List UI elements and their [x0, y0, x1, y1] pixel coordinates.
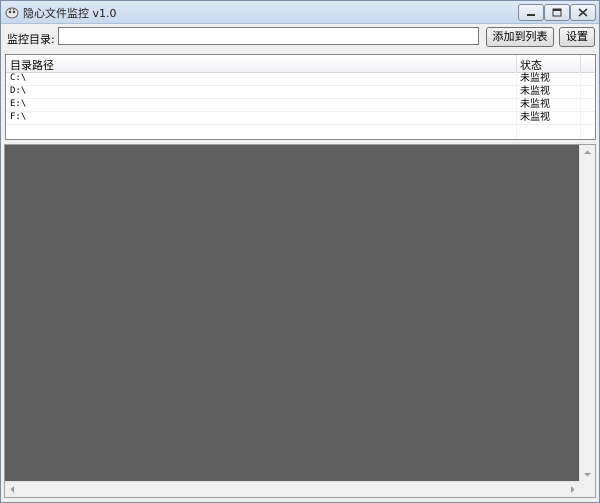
scroll-right-arrow-icon[interactable]: [565, 482, 580, 497]
list-row[interactable]: E:\ 未监视: [6, 98, 595, 112]
scrollbar-corner: [580, 482, 595, 497]
column-header-path[interactable]: 目录路径: [10, 57, 54, 73]
list-row[interactable]: C:\ 未监视: [6, 72, 595, 86]
row-status: 未监视: [520, 73, 550, 84]
list-row[interactable]: D:\ 未监视: [6, 85, 595, 99]
add-to-list-button[interactable]: 添加到列表: [486, 27, 554, 47]
column-header-status[interactable]: 状态: [520, 57, 542, 73]
monitor-dir-input[interactable]: [58, 27, 479, 45]
row-path: F:\: [10, 112, 27, 122]
row-status: 未监视: [520, 86, 550, 97]
column-separator[interactable]: [516, 55, 517, 72]
column-separator[interactable]: [580, 55, 581, 72]
list-row[interactable]: F:\ 未监视: [6, 111, 595, 125]
row-path: E:\: [10, 99, 27, 109]
list-header: 目录路径 状态: [6, 55, 595, 73]
row-path: D:\: [10, 86, 27, 96]
app-icon: [5, 5, 19, 19]
close-button[interactable]: [570, 4, 596, 21]
scroll-up-arrow-icon[interactable]: [580, 145, 595, 160]
log-output-area[interactable]: [4, 144, 596, 498]
scroll-down-arrow-icon[interactable]: [580, 467, 595, 482]
main-window: 隐心文件监控 v1.0 监控目录: 添加到列表 设置 目录路径 状态 C:\ 未…: [0, 0, 600, 503]
maximize-button[interactable]: [544, 4, 570, 21]
horizontal-scrollbar[interactable]: [5, 481, 580, 497]
close-icon: [578, 8, 588, 17]
minimize-icon: [527, 14, 535, 16]
row-status: 未监视: [520, 112, 550, 123]
title-bar[interactable]: 隐心文件监控 v1.0: [1, 1, 599, 24]
vertical-scrollbar[interactable]: [579, 145, 595, 482]
row-status: 未监视: [520, 99, 550, 110]
window-title: 隐心文件监控 v1.0: [23, 7, 117, 20]
row-path: C:\: [10, 73, 27, 83]
directory-list[interactable]: 目录路径 状态 C:\ 未监视 D:\ 未监视 E:\ 未监视 F:\ 未监视: [5, 54, 596, 140]
scroll-left-arrow-icon[interactable]: [5, 482, 20, 497]
minimize-button[interactable]: [518, 4, 544, 21]
maximize-icon: [552, 8, 562, 17]
settings-button[interactable]: 设置: [559, 27, 595, 47]
monitor-dir-label: 监控目录:: [7, 33, 55, 46]
